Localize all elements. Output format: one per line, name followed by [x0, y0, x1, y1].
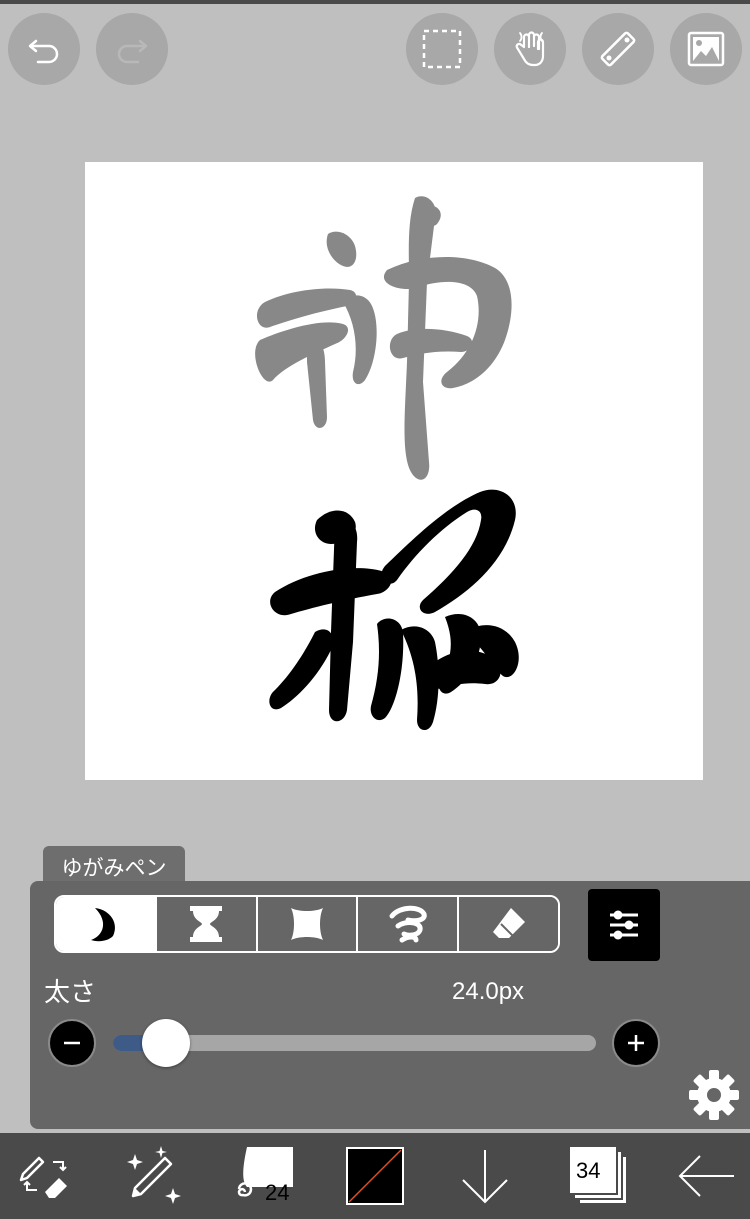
magic-pen-icon	[127, 1146, 181, 1204]
swirl-icon	[389, 905, 427, 943]
redo-icon	[117, 39, 148, 64]
mode-crescent[interactable]	[56, 897, 157, 951]
hourglass-icon	[190, 906, 223, 942]
undo-icon	[28, 39, 59, 64]
hand-button[interactable]	[494, 13, 566, 85]
download-button[interactable]	[450, 1133, 520, 1219]
redo-button[interactable]	[96, 13, 168, 85]
undo-button[interactable]	[8, 13, 80, 85]
selection-icon	[422, 29, 462, 69]
brush-settings-button[interactable]	[588, 889, 660, 961]
brush-mode-selector[interactable]	[54, 895, 560, 953]
brush-size-button[interactable]	[228, 1133, 308, 1219]
arrow-down-icon	[462, 1150, 508, 1204]
arrow-left-icon	[678, 1155, 734, 1197]
gear-icon[interactable]	[686, 1067, 742, 1123]
size-label: 太さ	[44, 978, 97, 1008]
back-button[interactable]	[670, 1133, 742, 1219]
crescent-icon	[91, 908, 116, 942]
layer-count: 34	[576, 1158, 601, 1183]
size-increase-button[interactable]	[612, 1019, 660, 1067]
size-slider-thumb[interactable]	[142, 1019, 191, 1067]
calligraphy-artwork	[255, 196, 519, 731]
mode-diamond[interactable]	[257, 897, 359, 951]
image-button[interactable]	[670, 13, 742, 85]
mode-swirl[interactable]	[358, 897, 460, 951]
mode-eraser[interactable]	[459, 897, 558, 951]
sliders-icon	[610, 910, 638, 940]
pen-eraser-swap-icon	[19, 1156, 67, 1198]
mode-hourglass[interactable]	[156, 897, 258, 951]
ruler-button[interactable]	[582, 13, 654, 85]
size-value: 24.0px	[452, 978, 525, 1005]
magic-pen-button[interactable]	[118, 1133, 188, 1219]
hand-icon	[515, 31, 545, 67]
color-button[interactable]	[340, 1133, 410, 1219]
drawing-canvas[interactable]	[85, 162, 703, 780]
plus-icon	[628, 1035, 644, 1051]
ruler-icon	[600, 31, 636, 67]
size-decrease-button[interactable]	[48, 1019, 96, 1067]
top-border	[0, 0, 750, 4]
eraser-icon	[492, 908, 525, 939]
tool-swap-button[interactable]	[10, 1133, 80, 1219]
brush-size-number: 24	[265, 1180, 290, 1205]
diamond-icon	[290, 908, 323, 940]
color-swatch-icon	[346, 1147, 404, 1205]
image-icon	[687, 31, 725, 67]
minus-icon	[64, 1041, 80, 1045]
selection-button[interactable]	[406, 13, 478, 85]
